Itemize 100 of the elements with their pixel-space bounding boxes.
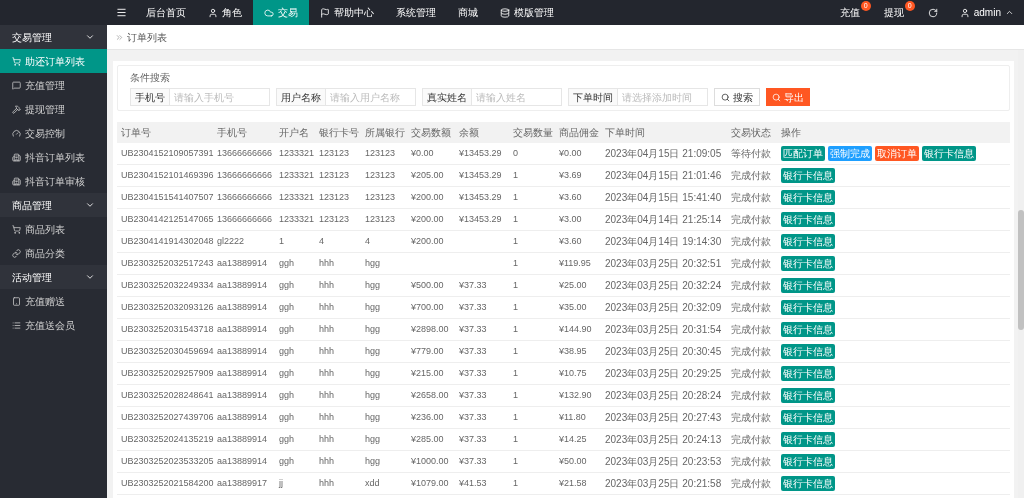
sidebar-item[interactable]: 充值赠送 <box>0 289 107 313</box>
table-cell: 123123 <box>365 169 396 180</box>
table-cell: 1 <box>513 213 518 224</box>
sidebar-item[interactable]: 商品列表 <box>0 217 107 241</box>
table-cell: ¥3.69 <box>559 169 582 180</box>
table-cell: 2023年03月25日 20:29:25 <box>605 368 722 379</box>
table-cell: 完成付款 <box>731 456 771 467</box>
table-cell: ¥236.00 <box>411 411 444 422</box>
column-header: 开户名 <box>279 127 309 138</box>
nav-link[interactable]: 充值 <box>839 5 860 20</box>
action-button[interactable]: 银行卡信息 <box>922 146 976 161</box>
nav-tab[interactable]: 模版管理 <box>489 0 565 25</box>
table-cell: ¥119.95 <box>559 257 591 268</box>
nav-tab[interactable]: 角色 <box>197 0 253 25</box>
nav-tab[interactable]: 商城 <box>447 0 489 25</box>
sidebar-item[interactable]: 充值送会员 <box>0 313 107 337</box>
input-field[interactable]: 请选择添加时间 <box>618 88 708 106</box>
table-cell: 2023年03月25日 20:27:43 <box>605 412 722 423</box>
action-button[interactable]: 银行卡信息 <box>781 322 835 337</box>
nav-link[interactable]: 提现 <box>883 5 904 20</box>
sidebar-item[interactable]: 充值管理 <box>0 73 107 97</box>
sidebar-item[interactable]: 交易控制 <box>0 121 107 145</box>
table-cell: 完成付款 <box>731 346 771 357</box>
action-button[interactable]: 银行卡信息 <box>781 410 835 425</box>
column-header: 商品佣金 <box>559 127 599 138</box>
table-cell: ¥200.00 <box>411 191 444 202</box>
table-cell: hgg <box>365 433 381 444</box>
table-cell: ¥1079.00 <box>411 477 449 488</box>
table-cell: 1 <box>513 477 518 488</box>
action-button[interactable]: 银行卡信息 <box>781 454 835 469</box>
table-cell: 1 <box>513 279 518 290</box>
action-button[interactable]: 银行卡信息 <box>781 300 835 315</box>
sidebar-group[interactable]: 活动管理 <box>0 265 107 289</box>
search-icon <box>721 92 730 102</box>
nav-tab[interactable]: 帮助中心 <box>309 0 385 25</box>
table-cell: hgg <box>365 279 381 290</box>
menu-icon[interactable] <box>115 7 127 18</box>
action-button[interactable]: 匹配订单 <box>781 146 825 161</box>
table-cell: 13666666666 <box>217 147 273 158</box>
table-cell: ¥700.00 <box>411 301 444 312</box>
breadcrumb[interactable]: 订单列表 <box>127 29 167 45</box>
table-cell: ¥38.95 <box>559 345 587 356</box>
table-cell: 1 <box>513 367 518 378</box>
search-button[interactable]: 搜索 <box>714 88 760 106</box>
table-cell: ¥37.33 <box>459 323 487 334</box>
nav-tab[interactable]: 交易 <box>253 0 309 25</box>
sidebar-group[interactable]: 交易管理 <box>0 25 107 49</box>
sidebar-item[interactable]: 商品分类 <box>0 241 107 265</box>
table-cell: 123123 <box>319 169 350 180</box>
action-button[interactable]: 银行卡信息 <box>781 168 835 183</box>
table-cell: 123123 <box>319 191 350 202</box>
input-field[interactable]: 请输入用户名称 <box>326 88 416 106</box>
table-cell: ¥3.60 <box>559 191 582 202</box>
action-button[interactable]: 银行卡信息 <box>781 278 835 293</box>
chat-icon <box>12 80 21 90</box>
action-button[interactable]: 银行卡信息 <box>781 476 835 491</box>
sidebar-item[interactable]: 抖音订单审核 <box>0 169 107 193</box>
table-cell: hgg <box>365 389 381 400</box>
action-button[interactable]: 银行卡信息 <box>781 432 835 447</box>
sidebar-item[interactable]: 助还订单列表 <box>0 49 107 73</box>
table-cell: aa13889914 <box>217 367 268 378</box>
table-cell: ¥21.58 <box>559 477 587 488</box>
sidebar-group[interactable]: 商品管理 <box>0 193 107 217</box>
table-cell: UB2304141914302048 <box>121 235 214 246</box>
action-button[interactable]: 银行卡信息 <box>781 388 835 403</box>
refresh-icon[interactable] <box>927 7 938 18</box>
column-header: 交易数额 <box>411 127 451 138</box>
building-icon <box>12 152 21 162</box>
user-menu[interactable]: admin <box>949 0 1024 25</box>
column-header: 所属银行 <box>365 127 405 138</box>
nav-tab[interactable]: 后台首页 <box>135 0 197 25</box>
table-cell: 完成付款 <box>731 236 771 247</box>
input-field[interactable]: 请输入姓名 <box>472 88 562 106</box>
table-cell: 123123 <box>319 213 350 224</box>
table-cell: UB2303252023533205 <box>121 455 214 466</box>
sidebar-item[interactable]: 抖音订单列表 <box>0 145 107 169</box>
table-cell: 2023年03月25日 20:21:58 <box>605 478 722 489</box>
table-cell: jj <box>279 477 283 488</box>
table-cell: ¥779.00 <box>411 345 444 356</box>
table-cell: 1233321 <box>279 169 315 180</box>
action-button[interactable]: 银行卡信息 <box>781 366 835 381</box>
table-cell: 13666666666 <box>217 213 273 224</box>
table-cell: ¥13453.29 <box>459 213 502 224</box>
action-button[interactable]: 银行卡信息 <box>781 212 835 227</box>
sidebar-item[interactable]: 提现管理 <box>0 97 107 121</box>
cart-icon <box>12 224 21 234</box>
action-button[interactable]: 银行卡信息 <box>781 190 835 205</box>
action-button[interactable]: 银行卡信息 <box>781 234 835 249</box>
table-cell: hgg <box>365 257 381 268</box>
table-cell: ¥37.33 <box>459 389 487 400</box>
table-cell: UB2303252024135219 <box>121 433 214 444</box>
table-cell: hgg <box>365 411 381 422</box>
action-button[interactable]: 银行卡信息 <box>781 256 835 271</box>
nav-tab[interactable]: 系统管理 <box>385 0 447 25</box>
action-button[interactable]: 银行卡信息 <box>781 344 835 359</box>
table-cell: hhh <box>319 301 335 312</box>
input-field[interactable]: 请输入手机号 <box>170 88 270 106</box>
table-cell: aa13889917 <box>217 477 268 488</box>
user-icon <box>208 7 218 18</box>
table-cell: hgg <box>365 323 381 334</box>
